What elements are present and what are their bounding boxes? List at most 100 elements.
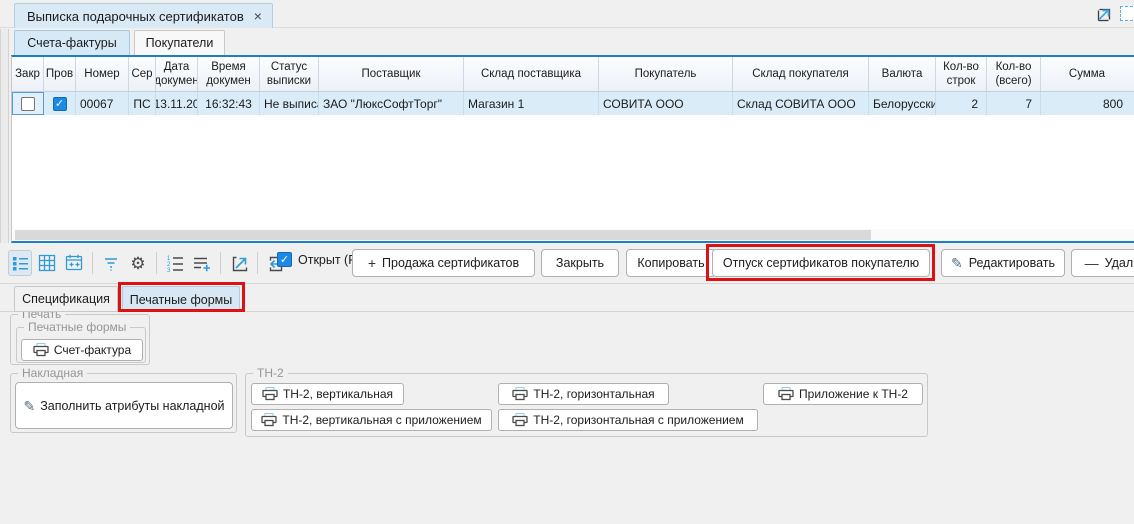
tn2-horizontal-button[interactable]: ТН-2, горизонтальная <box>498 383 669 405</box>
float-window-icon[interactable] <box>1120 6 1134 21</box>
col-time[interactable]: Время докумен <box>198 57 260 91</box>
col-buyer-warehouse[interactable]: Склад покупателя <box>733 57 869 91</box>
col-closed[interactable]: Закр <box>12 57 44 91</box>
button-label: ТН-2, вертикальная с приложением <box>282 413 481 427</box>
list-view-icon[interactable] <box>8 250 32 276</box>
minus-icon: — <box>1085 256 1099 270</box>
cell-series[interactable]: ПС <box>129 92 156 115</box>
certificates-table: Закр Пров Номер Сер Дата докумен Время д… <box>11 55 1134 243</box>
document-tab[interactable]: Выписка подарочных сертификатов × <box>14 3 273 28</box>
button-label: Продажа сертификатов <box>382 256 519 270</box>
tn2-vertical-appendix-button[interactable]: ТН-2, вертикальная с приложением <box>251 409 492 431</box>
col-supplier-warehouse[interactable]: Склад поставщика <box>464 57 599 91</box>
cell-supplier-warehouse[interactable]: Магазин 1 <box>464 92 599 115</box>
delete-button[interactable]: — Удалить <box>1071 249 1134 277</box>
document-tab-bar: Выписка подарочных сертификатов × <box>0 0 1134 28</box>
close-document-button[interactable]: Закрыть <box>541 249 619 277</box>
cell-date[interactable]: 13.11.20 <box>156 92 198 115</box>
bottom-panel: Спецификация Печатные формы Печать Печат… <box>0 283 1134 524</box>
cell-amount[interactable]: 800 <box>1041 92 1133 115</box>
button-label: Отпуск сертификатов покупателю <box>723 256 919 270</box>
col-amount[interactable]: Сумма <box>1041 57 1133 91</box>
tn2-group: ТН-2 ТН-2, вертикальная ТН-2, горизонтал… <box>245 373 928 437</box>
printer-icon <box>778 387 794 401</box>
cell-buyer-warehouse[interactable]: Склад СОВИТА ООО <box>733 92 869 115</box>
button-label: Приложение к ТН-2 <box>799 387 908 401</box>
filter-icon[interactable] <box>99 250 123 276</box>
button-label: Копировать <box>637 256 704 270</box>
printer-icon <box>261 413 277 427</box>
cell-supplier[interactable]: ЗАО "ЛюксСофтТорг" <box>319 92 464 115</box>
open-external-icon[interactable] <box>227 250 251 276</box>
plus-icon: + <box>368 256 376 270</box>
add-list-row-icon[interactable] <box>190 250 214 276</box>
cell-currency[interactable]: Белорусский <box>869 92 936 115</box>
cell-checked[interactable]: ✓ <box>44 92 76 115</box>
button-label: ТН-2, горизонтальная <box>533 387 654 401</box>
print-forms-subgroup: Печатные формы Счет-фактура <box>16 327 146 363</box>
waybill-group: Накладная ✎ Заполнить атрибуты накладной <box>10 373 237 433</box>
col-qty-total[interactable]: Кол-во (всего) <box>987 57 1041 91</box>
checkbox-unchecked-icon[interactable] <box>21 97 35 111</box>
tab-specification[interactable]: Спецификация <box>14 286 118 312</box>
button-label: Редактировать <box>969 256 1055 270</box>
col-status[interactable]: Статус выписки <box>260 57 319 91</box>
cell-rows-count[interactable]: 2 <box>936 92 987 115</box>
pencil-icon: ✎ <box>23 399 35 413</box>
calendar-view-icon[interactable] <box>62 250 86 276</box>
tab-print-forms[interactable]: Печатные формы <box>122 286 240 312</box>
col-supplier[interactable]: Поставщик <box>319 57 464 91</box>
tab-label: Покупатели <box>146 36 214 50</box>
print-group: Печать Печатные формы Счет-фактура <box>10 314 150 365</box>
horizontal-scrollbar[interactable] <box>13 229 1134 241</box>
settings-gear-icon[interactable]: ⚙ <box>126 250 150 276</box>
cell-status[interactable]: Не выписана <box>260 92 319 115</box>
col-currency[interactable]: Валюта <box>869 57 936 91</box>
toolbar-separator <box>156 252 157 274</box>
table-header: Закр Пров Номер Сер Дата докумен Время д… <box>12 57 1134 92</box>
print-forms-subgroup-label: Печатные формы <box>24 320 130 334</box>
cell-number[interactable]: 00067 <box>76 92 129 115</box>
col-date[interactable]: Дата докумен <box>156 57 198 91</box>
fill-waybill-attributes-button[interactable]: ✎ Заполнить атрибуты накладной <box>15 382 233 429</box>
scrollbar-thumb[interactable] <box>15 230 871 240</box>
col-number[interactable]: Номер <box>76 57 129 91</box>
toolbar-separator <box>220 252 221 274</box>
expand-window-icon[interactable] <box>1094 5 1113 24</box>
checkbox-checked-icon[interactable]: ✓ <box>53 97 67 111</box>
tn2-horizontal-appendix-button[interactable]: ТН-2, горизонтальная с приложением <box>498 409 758 431</box>
col-rows-count[interactable]: Кол-во строк <box>936 57 987 91</box>
edit-button[interactable]: ✎ Редактировать <box>941 249 1065 277</box>
cell-closed[interactable] <box>12 92 44 115</box>
checkbox-checked-icon[interactable]: ✓ <box>277 252 292 267</box>
tab-label: Печатные формы <box>130 293 233 307</box>
grid-view-icon[interactable] <box>35 250 59 276</box>
tn2-vertical-button[interactable]: ТН-2, вертикальная <box>251 383 404 405</box>
table-row[interactable]: ✓ 00067 ПС 13.11.20 16:32:43 Не выписана… <box>12 92 1134 115</box>
numbered-list-icon[interactable]: 1 2 3 <box>163 250 187 276</box>
tab-label: Спецификация <box>22 292 110 306</box>
cell-time[interactable]: 16:32:43 <box>198 92 260 115</box>
sell-certificates-button[interactable]: + Продажа сертификатов <box>352 249 535 277</box>
app-window: Выписка подарочных сертификатов × Счета-… <box>0 0 1134 524</box>
tn2-group-label: ТН-2 <box>253 366 288 380</box>
svg-text:3: 3 <box>167 268 171 272</box>
printer-icon <box>33 343 49 357</box>
waybill-group-label: Накладная <box>18 366 87 380</box>
col-series[interactable]: Сер <box>129 57 156 91</box>
col-buyer[interactable]: Покупатель <box>599 57 733 91</box>
tab-buyers[interactable]: Покупатели <box>134 30 225 55</box>
tn2-appendix-button[interactable]: Приложение к ТН-2 <box>763 383 923 405</box>
cell-buyer[interactable]: СОВИТА ООО <box>599 92 733 115</box>
cell-qty-total[interactable]: 7 <box>987 92 1041 115</box>
tab-invoices[interactable]: Счета-фактуры <box>14 30 130 55</box>
close-icon[interactable]: × <box>254 9 262 23</box>
dispatch-certificates-button[interactable]: Отпуск сертификатов покупателю <box>712 249 930 277</box>
toolbar: ⚙ 1 2 3 <box>0 243 1134 283</box>
copy-button[interactable]: Копировать <box>626 249 716 277</box>
col-checked[interactable]: Пров <box>44 57 76 91</box>
pencil-icon: ✎ <box>951 256 963 270</box>
printer-icon <box>512 413 528 427</box>
print-invoice-button[interactable]: Счет-фактура <box>21 339 143 361</box>
button-label: Заполнить атрибуты накладной <box>40 399 224 413</box>
